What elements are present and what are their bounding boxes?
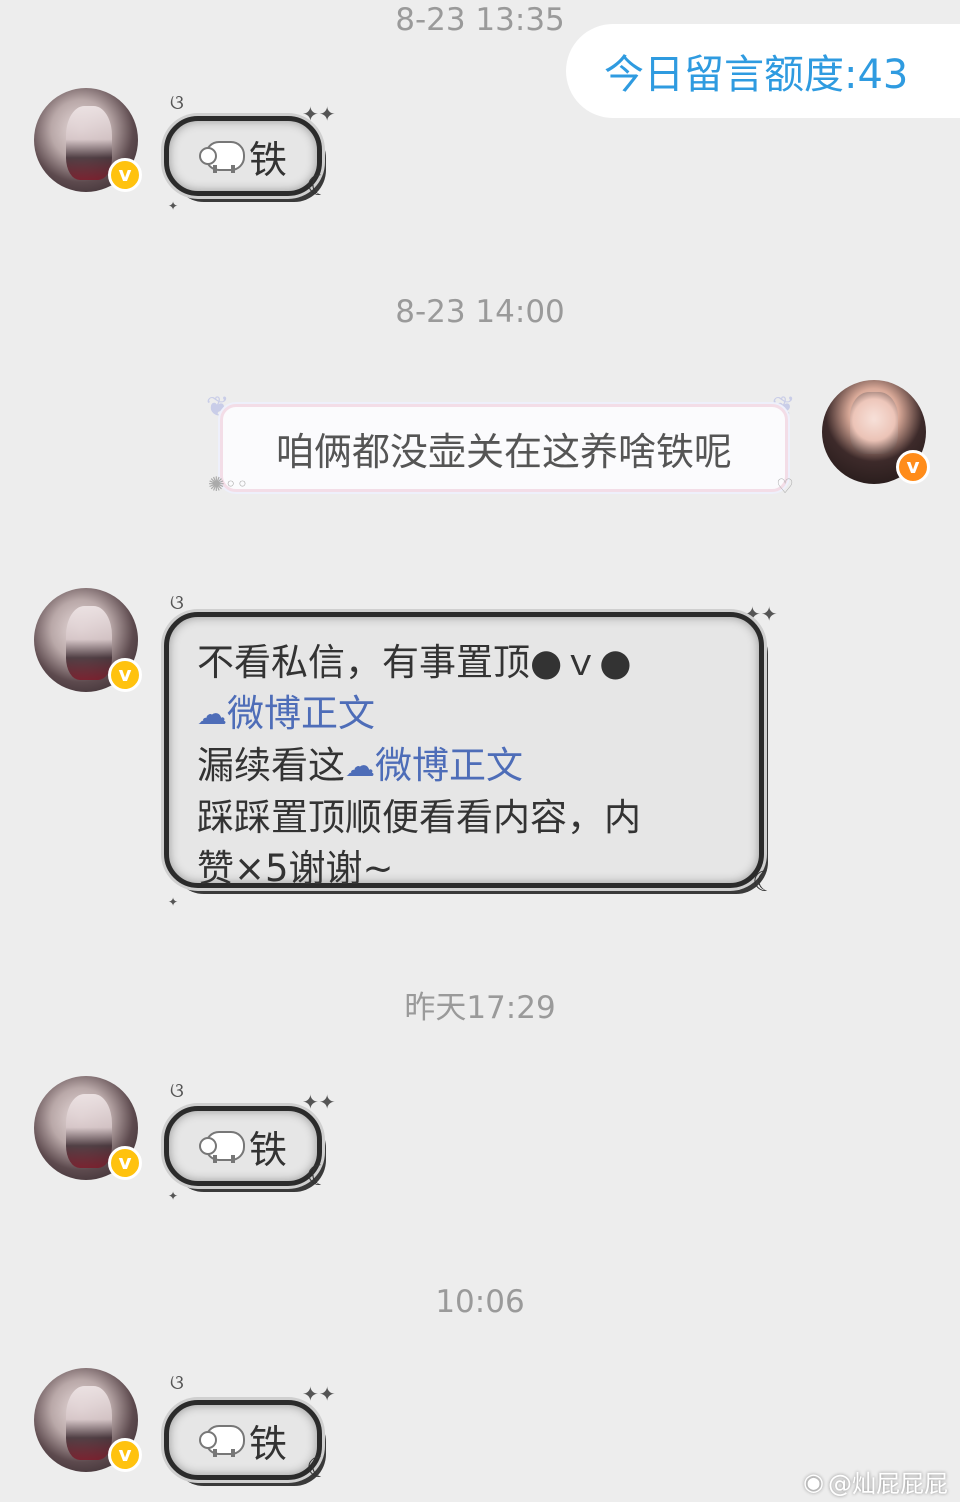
watermark-text: @灿屁屁屁 [828, 1470, 948, 1498]
avatar-image [66, 1094, 112, 1168]
butterfly-icon: ଓ [170, 1370, 184, 1394]
quota-label: 今日留言额度:43 [604, 52, 909, 98]
avatar[interactable]: v [34, 88, 142, 192]
moon-icon: ☾ [306, 169, 332, 202]
sparkle-icon: ✦✦ [302, 1382, 336, 1406]
weibo-link[interactable]: ☁微博正文 [197, 688, 731, 740]
message-bubble[interactable]: 铁 [164, 1400, 322, 1480]
avatar-image [66, 1386, 112, 1460]
avatar-image [66, 106, 112, 180]
weibo-cloud-icon: ☁ [345, 749, 375, 784]
verified-badge-icon: v [108, 158, 142, 192]
message-line: 不看私信，有事置顶●ｖ● [197, 641, 632, 684]
butterfly-icon: ଓ [170, 90, 184, 114]
butterfly-icon: ଓ [170, 590, 184, 614]
sheep-icon [198, 1423, 245, 1457]
message-text: 咱俩都没壶关在这养啥铁呢 [275, 429, 732, 474]
moon-icon: ☾ [306, 1451, 332, 1484]
sheep-icon [198, 1129, 245, 1163]
message-line: 踩踩置顶顺便看看内容，内 [197, 796, 641, 839]
message-quota-indicator[interactable]: 今日留言额度:43 [566, 24, 960, 118]
weibo-logo-icon: ◉ [803, 1467, 824, 1496]
avatar[interactable]: v [34, 1368, 142, 1472]
butterfly-icon: ଓ [170, 1078, 184, 1102]
avatar[interactable]: v [34, 1076, 142, 1180]
message-bubble[interactable]: 铁 [164, 1106, 322, 1186]
link-text: 微博正文 [227, 692, 375, 735]
verified-badge-icon: v [896, 450, 930, 484]
message-text: 铁 [248, 1421, 287, 1466]
avatar-image [850, 392, 898, 454]
moon-icon: ☾ [306, 1159, 332, 1192]
weibo-link[interactable]: ☁微博正文 [345, 744, 523, 787]
verified-badge-icon: v [108, 658, 142, 692]
timestamp: 10:06 [435, 1284, 525, 1320]
watermark: ◉ @灿屁屁屁 [803, 1464, 948, 1499]
weibo-cloud-icon: ☁ [197, 697, 227, 732]
moon-icon: ☾ [752, 865, 778, 898]
message-bubble[interactable]: 不看私信，有事置顶●ｖ● ☁微博正文 漏续看这☁微博正文 踩踩置顶顺便看看内容，… [164, 612, 764, 890]
sparkle-icon: ✦ [168, 199, 179, 213]
avatar[interactable]: v [34, 588, 142, 692]
timestamp: 昨天17:29 [404, 990, 556, 1026]
sparkle-icon: ✺◦◦ [208, 472, 249, 496]
message-line: 赞×5谢谢~ [197, 847, 394, 890]
verified-badge-icon: v [108, 1146, 142, 1180]
chat-screen: 8-23 13:35 今日留言额度:43 v ଓ ✦✦ 铁 ☾ ✦ 8-23 1… [0, 0, 960, 1502]
verified-badge-icon: v [108, 1438, 142, 1472]
sheep-icon [198, 139, 245, 173]
message-line: 漏续看这☁微博正文 [197, 740, 731, 792]
message-text: 漏续看这 [197, 744, 345, 787]
message-text: 铁 [248, 1127, 287, 1172]
message-bubble[interactable]: 铁 [164, 116, 322, 196]
timestamp: 8-23 14:00 [395, 294, 565, 330]
avatar[interactable]: v [822, 380, 930, 484]
message-bubble[interactable]: 咱俩都没壶关在这养啥铁呢 [220, 404, 788, 492]
heart-icon: ♡ [776, 474, 794, 498]
sparkle-icon: ✦ [168, 895, 179, 909]
message-text: 铁 [248, 137, 287, 182]
link-text: 微博正文 [375, 744, 523, 787]
avatar-image [66, 606, 112, 680]
sparkle-icon: ✦✦ [302, 1090, 336, 1114]
sparkle-icon: ✦ [168, 1189, 179, 1203]
